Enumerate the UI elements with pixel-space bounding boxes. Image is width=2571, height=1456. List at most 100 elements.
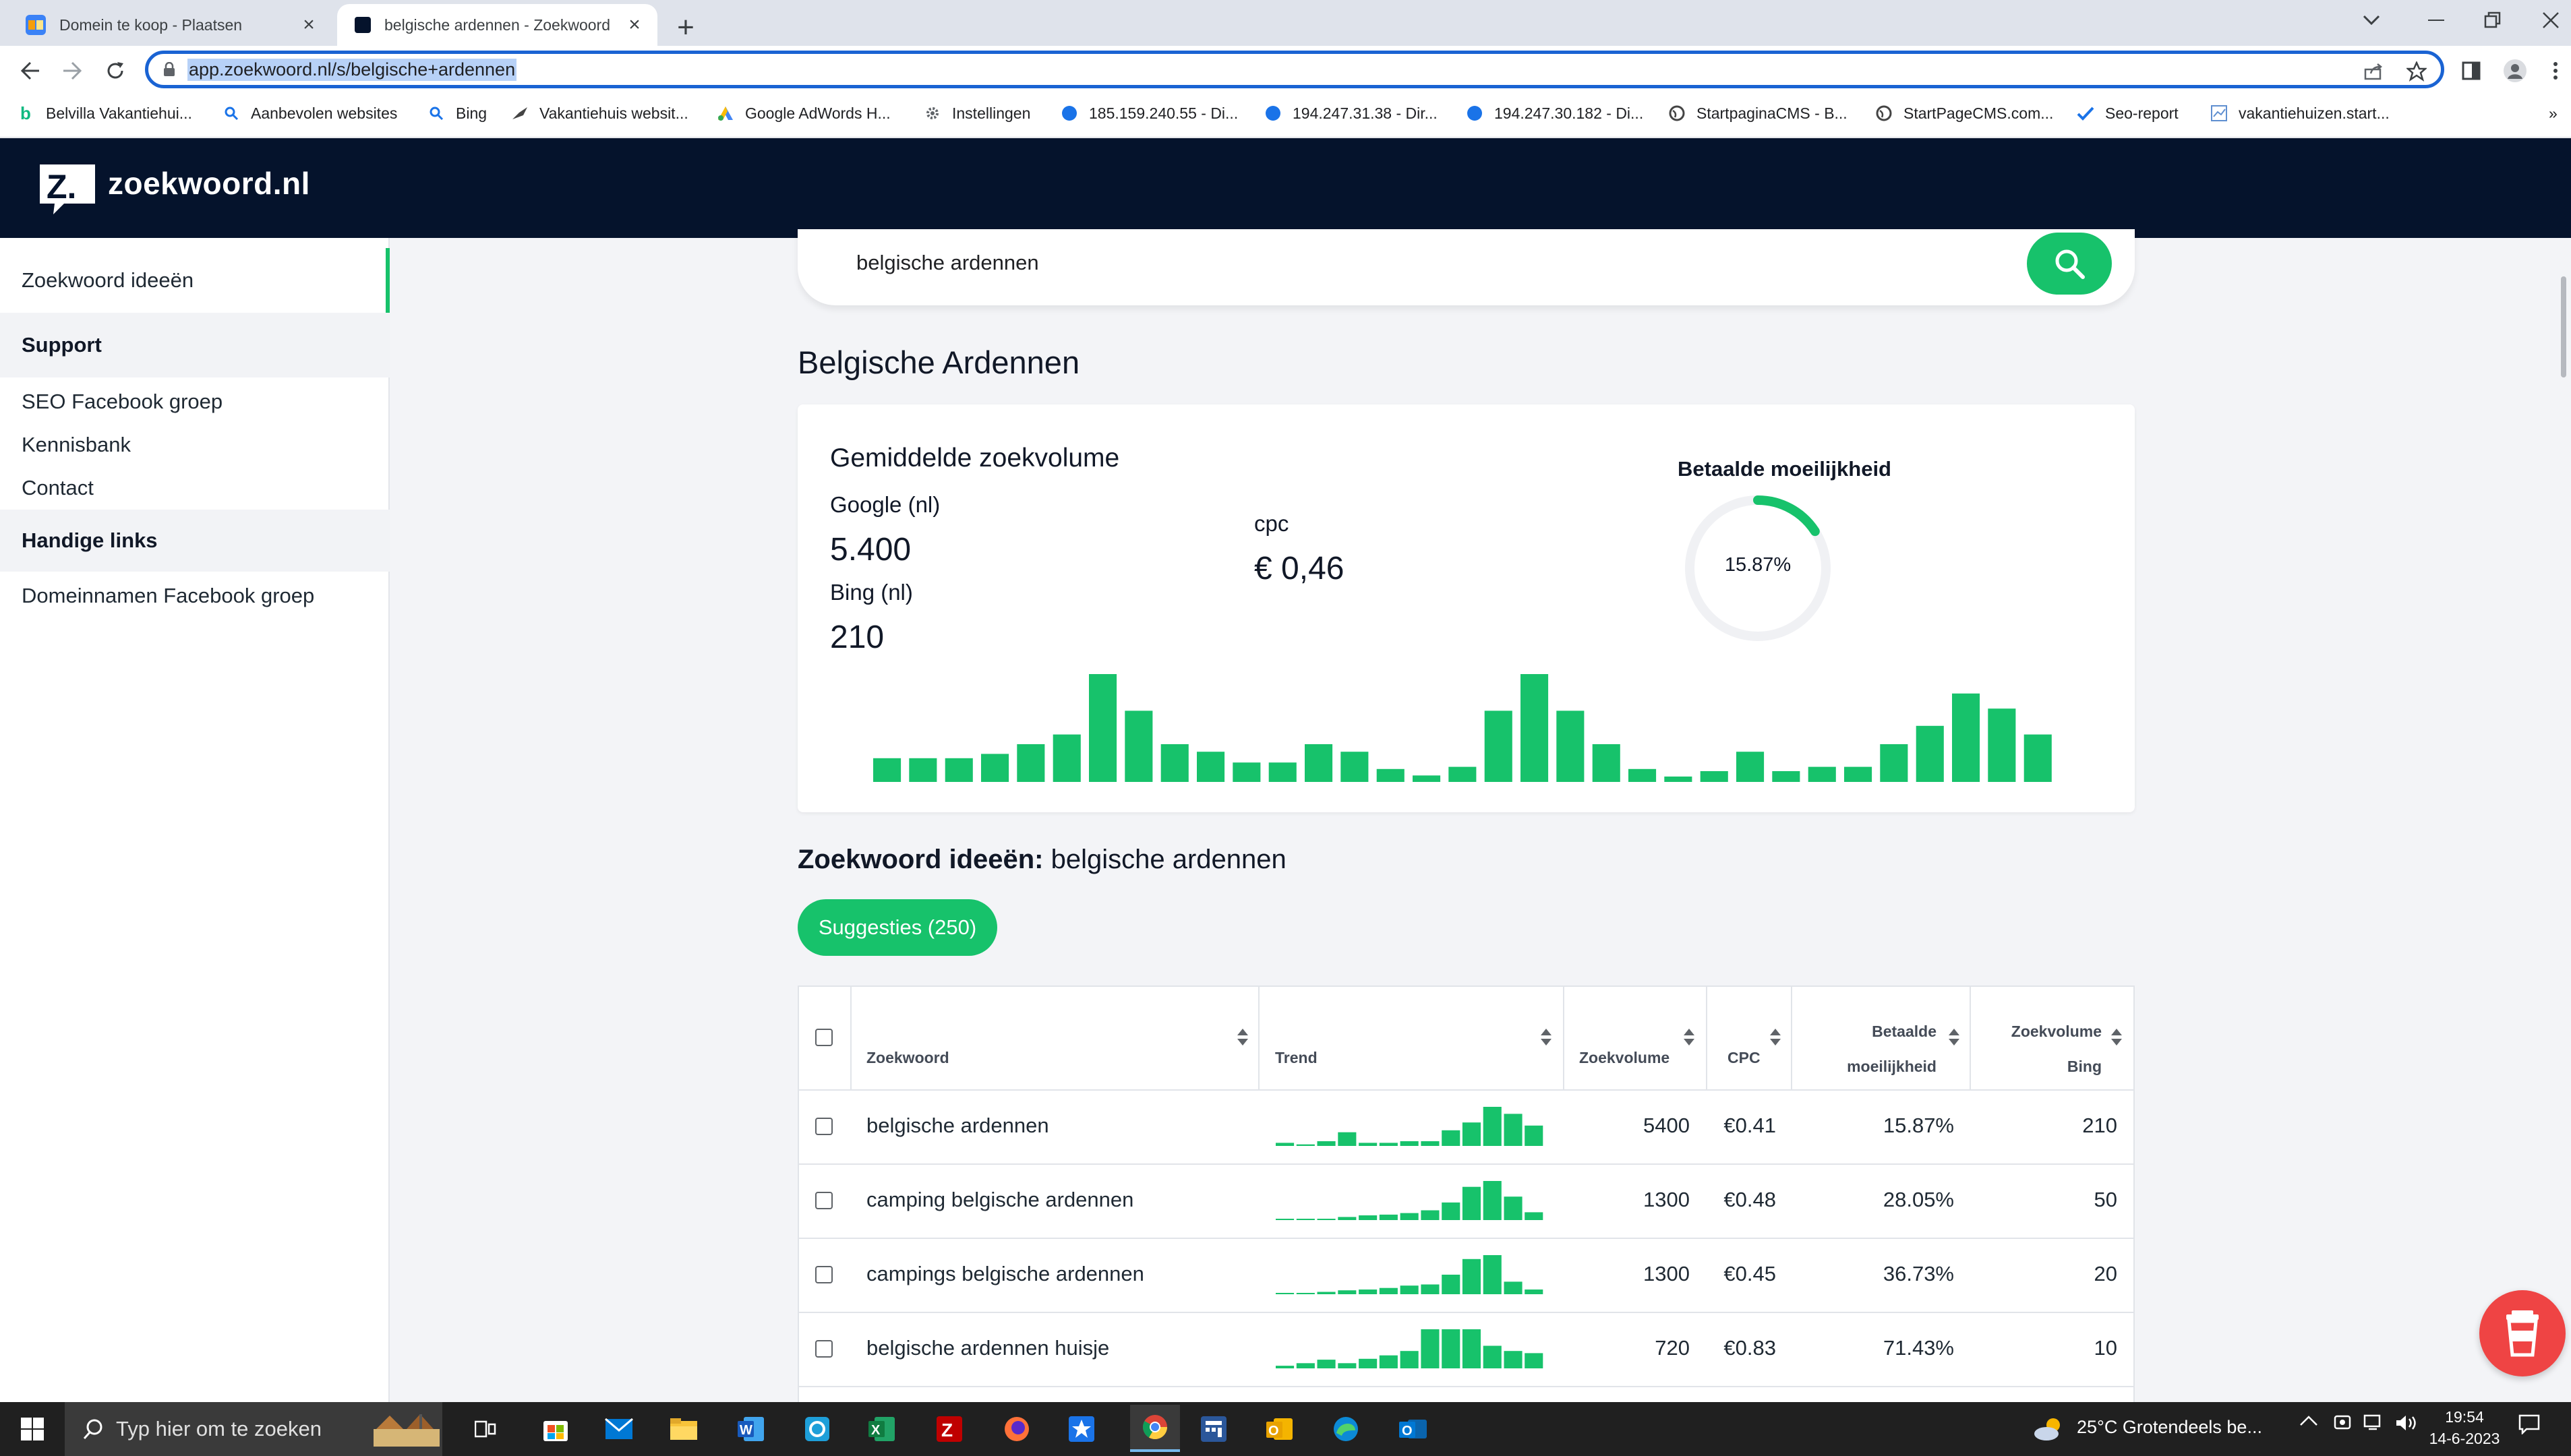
forward-arrow-icon[interactable] [55,54,89,88]
keyword-cell[interactable]: belgische ardennen [866,1114,1049,1138]
new-tab-button[interactable]: + [668,9,704,46]
sort-arrows-icon[interactable] [1237,1027,1249,1048]
column-header-zoekwoord[interactable]: Zoekwoord [866,1049,949,1067]
browser-tab-active[interactable]: belgische ardennen - Zoekwoord × [337,4,657,46]
word-icon[interactable]: W [732,1410,770,1448]
network-icon[interactable] [2363,1414,2385,1432]
bookmark-ip-2[interactable]: 194.247.31.38 - Dir... [1264,100,1438,127]
edge-icon[interactable] [1327,1410,1365,1448]
world-icon [1668,104,1686,122]
address-bar[interactable]: app.zoekwoord.nl/s/belgische+ardennen [145,51,2444,88]
close-tab-icon[interactable]: × [295,11,322,38]
excel-icon[interactable]: X [863,1410,901,1448]
tray-chevron-icon[interactable] [2299,1414,2318,1428]
trend-bar [1525,1290,1543,1294]
filezilla-icon[interactable]: Z [930,1410,968,1448]
select-all-checkbox[interactable] [815,1029,833,1046]
bookmark-instellingen[interactable]: Instellingen [924,100,1030,127]
keyword-cell[interactable]: camping belgische ardennen [866,1188,1133,1212]
site-logo-text[interactable]: zoekwoord.nl [108,165,310,202]
clock[interactable]: 19:54 14-6-2023 [2427,1406,2502,1449]
trend-bar [1421,1329,1440,1368]
trend-sparkline [1276,1107,1543,1146]
sort-arrows-icon[interactable] [1540,1027,1552,1048]
restore-icon[interactable] [2462,0,2523,40]
zoekwoord-logo-icon[interactable]: Z. [37,162,98,216]
bookmarks-overflow-chevron[interactable]: » [2549,100,2558,127]
url-text[interactable]: app.zoekwoord.nl/s/belgische+ardennen [187,58,517,81]
calculator-app-icon[interactable] [1195,1410,1233,1448]
search-input[interactable]: belgische ardennen [856,251,1039,275]
weather-icon[interactable] [2030,1410,2067,1448]
reload-icon[interactable] [98,54,132,88]
bookmark-ip-1[interactable]: 185.159.240.55 - Di... [1061,100,1238,127]
notifications-icon[interactable] [2518,1414,2540,1434]
bookmark-seo-report[interactable]: Seo-report [2077,100,2179,127]
browser-menu-icon[interactable] [2539,54,2571,88]
close-tab-icon[interactable]: × [621,11,648,38]
volume-bar [1484,710,1512,782]
bookmark-vakantiehuis[interactable]: Vakantiehuis websit... [511,100,688,127]
column-header-trend[interactable]: Trend [1275,1049,1318,1067]
bookmark-startpaginacms[interactable]: StartpaginaCMS - B... [1668,100,1848,127]
volume-icon[interactable] [2395,1414,2418,1432]
outlook-app-icon[interactable]: O [1261,1410,1299,1448]
column-header-cpc[interactable]: CPC [1727,1049,1761,1067]
keyword-cell[interactable]: belgische ardennen huisje [866,1336,1109,1360]
chrome-taskbar-icon[interactable] [1130,1405,1180,1452]
sidebar-item-seo-facebook-groep[interactable]: SEO Facebook groep [0,383,390,421]
firefox-icon[interactable] [998,1410,1036,1448]
windows-start-icon[interactable] [0,1402,65,1456]
bookmark-belvilla[interactable]: b Belvilla Vakantiehui... [18,100,192,127]
close-window-icon[interactable] [2520,0,2571,40]
bookmark-startpagecms[interactable]: StartPageCMS.com... [1875,100,2053,127]
tab-search-chevron-icon[interactable] [2341,0,2402,40]
share-icon[interactable] [2360,58,2387,85]
sidebar-item-zoekwoord-ideeen[interactable]: Zoekwoord ideeën [0,248,390,313]
row-checkbox[interactable] [815,1340,833,1358]
bookmark-ip-3[interactable]: 194.247.30.182 - Di... [1466,100,1643,127]
trend-bar [1379,1355,1398,1368]
tray-app-icon[interactable] [2333,1413,2352,1432]
back-arrow-icon[interactable] [13,54,47,88]
keyword-cell[interactable]: campings belgische ardennen [866,1262,1144,1286]
bookmark-star-icon[interactable] [2403,58,2430,85]
search-button[interactable] [2027,233,2112,295]
suggestions-button[interactable]: Suggesties (250) [798,899,997,956]
mail-icon[interactable] [600,1410,638,1448]
buy-me-coffee-button[interactable] [2479,1290,2566,1376]
sort-arrows-icon[interactable] [2110,1027,2123,1048]
sidebar-item-contact[interactable]: Contact [0,469,390,507]
weather-text[interactable]: 25°C Grotendeels be... [2077,1417,2262,1438]
bookmark-adwords[interactable]: Google AdWords H... [717,100,891,127]
column-header-zoekvolume-bing[interactable]: Zoekvolume Bing [1986,1014,2102,1084]
trend-sparkline [1276,1329,1543,1368]
task-view-icon[interactable] [467,1410,504,1448]
search-highlight-icon[interactable] [370,1410,444,1448]
side-panel-icon[interactable] [2454,54,2488,88]
microsoft-store-icon[interactable] [537,1410,574,1448]
scrollbar-thumb[interactable] [2561,276,2566,377]
app-chat-icon[interactable] [798,1410,836,1448]
sidebar-item-kennisbank[interactable]: Kennisbank [0,426,390,464]
row-checkbox[interactable] [815,1266,833,1283]
sidebar-item-domeinnamen-facebook-groep[interactable]: Domeinnamen Facebook groep [0,577,390,615]
favorites-star-app-icon[interactable] [1063,1410,1100,1448]
outlook-icon[interactable]: O [1394,1410,1432,1448]
page-scrollbar[interactable] [2555,238,2571,1402]
file-explorer-icon[interactable] [665,1410,703,1448]
browser-tab-inactive[interactable]: Domein te koop - Plaatsen × [0,4,332,46]
row-checkbox[interactable] [815,1118,833,1135]
column-header-zoekvolume[interactable]: Zoekvolume [1579,1049,1669,1067]
row-checkbox[interactable] [815,1192,833,1209]
trend-bar [1421,1141,1440,1146]
profile-avatar-icon[interactable] [2498,54,2532,88]
bookmark-bing[interactable]: Bing [427,100,487,127]
bookmark-vakantiehuizen[interactable]: vakantiehuizen.start... [2210,100,2390,127]
bookmark-aanbevolen[interactable]: Aanbevolen websites [223,100,397,127]
column-header-betaalde-moeilijkheid[interactable]: Betaalde moeilijkheid [1807,1014,1937,1084]
sort-arrows-icon[interactable] [1683,1027,1695,1048]
sort-arrows-icon[interactable] [1769,1027,1781,1048]
sort-arrows-icon[interactable] [1948,1027,1960,1048]
minimize-icon[interactable] [2406,0,2466,40]
